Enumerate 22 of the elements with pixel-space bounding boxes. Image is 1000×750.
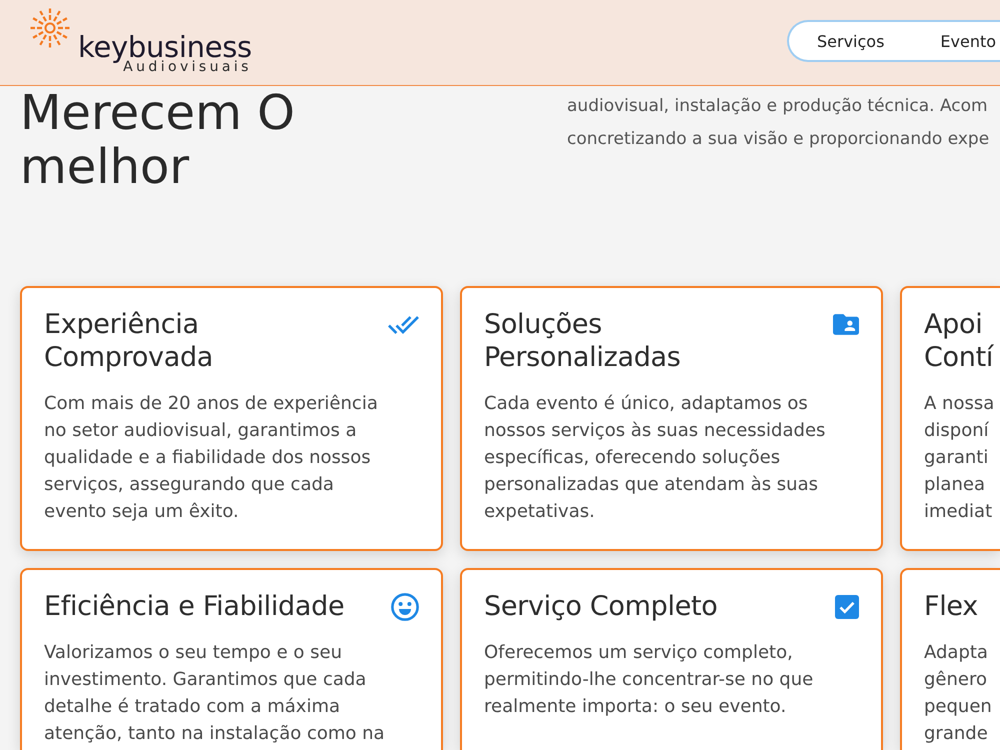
card-title: Eficiência e Fiabilidade (44, 590, 344, 623)
hero-heading: Merecem O melhor (20, 86, 296, 194)
card-text: Com mais de 20 anos de experiência no setor audiovisual, garantimos a qualidade e a fiabilidade dos nossos serviços, assegurando que cada evento seja um êxito. (44, 392, 379, 524)
double-check-icon (388, 316, 419, 334)
brand-name: keybusiness (78, 32, 252, 62)
card-text: Cada evento é único, adaptamos os nossos serviços às suas necessidades específicas, oferecendo soluções personalizadas que atendam às suas expetativas. (484, 392, 826, 524)
nav-link[interactable]: Evento (940, 32, 996, 50)
card-text: Valorizamos o seu tempo e o seu investimento. Garantimos que cada detalhe é tratado com a máxima atenção, tanto na instalação como na (44, 641, 386, 746)
card-text: A nossa disponí garanti planea imediat (924, 392, 996, 524)
card-title: Experiência Comprovada (44, 308, 214, 374)
smiley-icon (391, 592, 419, 620)
card-title: Soluções Personalizadas (484, 308, 681, 374)
checkbox-icon (835, 594, 859, 618)
nav-link[interactable]: Serviços (817, 32, 884, 50)
card-title: Flex (924, 590, 978, 623)
card-text: Adapta gênero pequen grande (924, 641, 993, 746)
folder-person-icon (833, 314, 859, 335)
card-text: Oferecemos um serviço completo, permitindo-lhe concentrar-se no que realmente importa: o seu evento. (484, 641, 814, 719)
card-title: Apoi Contí (924, 308, 994, 374)
sun-icon (30, 8, 70, 48)
card-title: Serviço Completo (484, 590, 718, 623)
intro-paragraph: audiovisual, instalação e produção técnica. Acom concretizando a sua visão e proporcionando expe (567, 95, 990, 151)
